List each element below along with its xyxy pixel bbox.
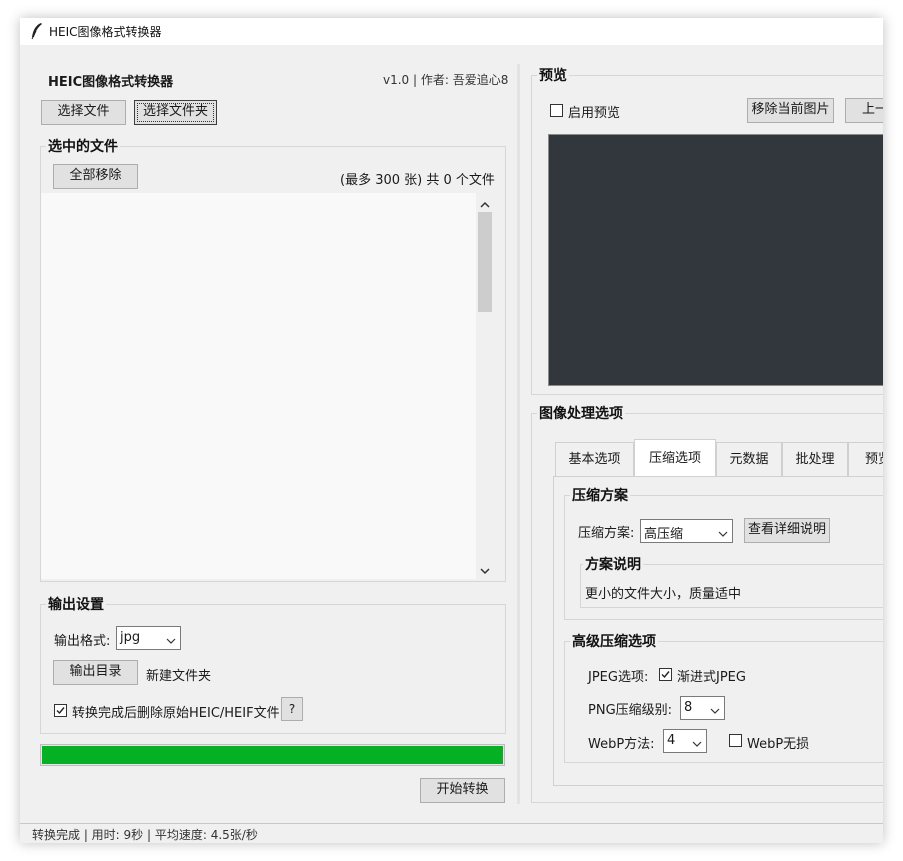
prev-image-button[interactable]: 上一 [845,98,883,123]
chevron-down-icon [166,634,176,644]
webp-lossless-checkbox[interactable] [729,734,742,747]
app-name-label: HEIC图像格式转换器 [48,75,174,90]
tab-preview[interactable]: 预览 [848,442,883,476]
feather-icon [30,22,44,44]
window-title: HEIC图像格式转换器 [49,25,162,39]
version-author-label: v1.0 | 作者: 吾爱追心8 [383,73,509,87]
progress-fill [42,746,503,764]
compression-scheme-label: 压缩方案: [578,526,635,541]
output-dir-value: 新建文件夹 [146,669,212,684]
compression-scheme-title: 压缩方案 [570,485,630,505]
chevron-down-icon [710,704,720,714]
jpeg-options-label: JPEG选项: [588,670,649,685]
scheme-description-text: 更小的文件大小，质量适中 [585,587,742,602]
checkmark-icon [661,671,670,679]
view-details-button[interactable]: 查看详细说明 [744,518,830,543]
output-format-label: 输出格式: [54,634,111,649]
enable-preview-checkbox[interactable] [550,104,563,117]
select-folder-button[interactable]: 选择文件夹 [134,100,217,125]
delete-original-label: 转换完成后删除原始HEIC/HEIF文件 [72,706,280,721]
output-format-select[interactable]: jpg [116,626,181,650]
preview-canvas [548,134,883,386]
advanced-compression-title: 高级压缩选项 [570,631,658,651]
compression-scheme-select[interactable]: 高压缩 [640,519,733,543]
png-level-select[interactable]: 8 [680,696,725,720]
file-list-scrollbar[interactable] [476,193,494,579]
panel-divider [517,64,520,804]
selected-files-title: 选中的文件 [46,136,120,156]
output-format-value: jpg [120,630,141,645]
chevron-down-icon [692,737,702,747]
file-count-label: (最多 300 张) 共 0 个文件 [340,173,495,188]
tab-basic[interactable]: 基本选项 [555,442,634,476]
progress-bar [40,744,505,766]
progressive-jpeg-label: 渐进式JPEG [677,670,746,685]
scroll-up-icon[interactable] [480,198,490,213]
app-window: HEIC图像格式转换器 HEIC图像格式转换器 v1.0 | 作者: 吾爱追心8… [20,18,883,843]
webp-method-value: 4 [667,733,676,748]
chevron-down-icon [718,527,728,537]
tab-compression[interactable]: 压缩选项 [634,439,716,476]
start-convert-button[interactable]: 开始转换 [420,778,505,803]
select-files-button[interactable]: 选择文件 [41,100,126,125]
compression-scheme-value: 高压缩 [644,527,684,542]
title-bar: HEIC图像格式转换器 [20,18,883,45]
remove-current-image-button[interactable]: 移除当前图片 [747,98,834,123]
preview-title: 预览 [537,65,569,85]
processing-options-title: 图像处理选项 [537,403,625,423]
file-list[interactable] [41,193,493,579]
tab-batch[interactable]: 批处理 [782,442,848,476]
webp-lossless-label: WebP无损 [747,737,810,752]
output-dir-button[interactable]: 输出目录 [53,660,138,685]
webp-method-label: WebP方法: [588,737,655,752]
status-bar: 转换完成 | 用时: 9秒 | 平均速度: 4.5张/秒 [20,823,883,843]
remove-all-button[interactable]: 全部移除 [53,164,138,189]
output-settings-title: 输出设置 [46,594,106,614]
delete-original-checkbox[interactable] [54,704,67,717]
webp-method-select[interactable]: 4 [663,729,707,753]
tab-bar: 基本选项 压缩选项 元数据 批处理 预览 [555,439,883,476]
png-level-value: 8 [684,700,693,715]
scroll-down-icon[interactable] [480,564,490,579]
enable-preview-label: 启用预览 [568,106,621,121]
help-button[interactable]: ? [281,697,303,721]
png-level-label: PNG压缩级别: [588,703,673,718]
status-text: 转换完成 | 用时: 9秒 | 平均速度: 4.5张/秒 [32,828,258,842]
progressive-jpeg-checkbox[interactable] [659,668,672,681]
tab-metadata[interactable]: 元数据 [716,442,782,476]
scheme-description-title: 方案说明 [583,554,643,574]
scrollbar-thumb[interactable] [478,212,492,312]
checkmark-icon [56,707,65,715]
